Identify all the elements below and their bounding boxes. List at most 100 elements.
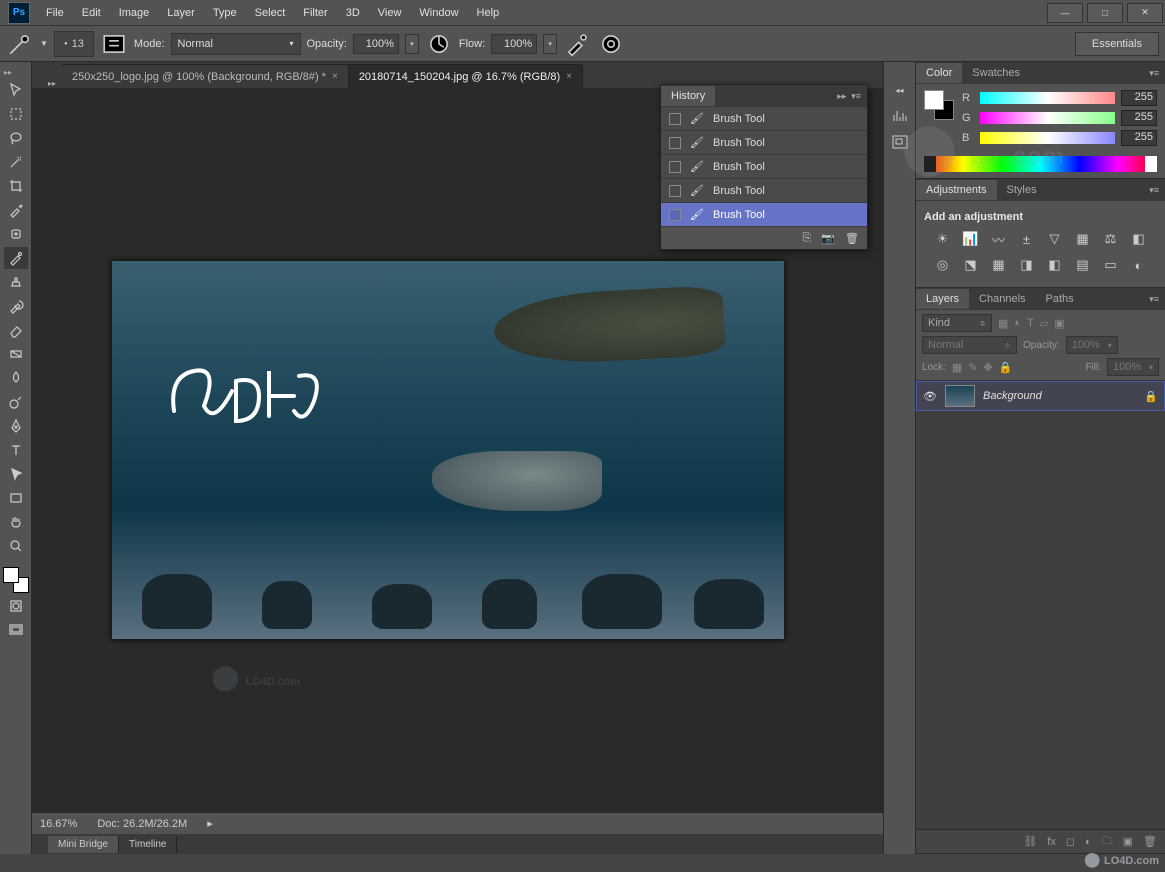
lock-transparency-icon[interactable]: ▦ bbox=[952, 361, 962, 374]
menu-select[interactable]: Select bbox=[247, 3, 294, 23]
color-lookup-icon[interactable]: ▦ bbox=[990, 257, 1008, 273]
status-flyout-icon[interactable]: ▸ bbox=[207, 817, 213, 830]
eraser-tool[interactable] bbox=[4, 319, 28, 341]
document-canvas[interactable] bbox=[112, 261, 784, 639]
selective-color-icon[interactable]: ◐ bbox=[1130, 257, 1148, 273]
g-slider[interactable] bbox=[980, 112, 1115, 124]
history-brush-tool[interactable] bbox=[4, 295, 28, 317]
filter-type-icon[interactable]: T bbox=[1027, 317, 1034, 330]
rectangle-tool[interactable] bbox=[4, 487, 28, 509]
dodge-tool[interactable] bbox=[4, 391, 28, 413]
menu-edit[interactable]: Edit bbox=[74, 3, 109, 23]
layer-blend-mode-select[interactable]: Normal≑ bbox=[922, 336, 1017, 354]
foreground-background-swatches[interactable] bbox=[3, 567, 29, 593]
chevron-icon[interactable]: ▼ bbox=[40, 39, 48, 48]
filter-smart-icon[interactable]: ▣ bbox=[1054, 317, 1064, 330]
screen-mode-tool[interactable] bbox=[4, 619, 28, 641]
brush-preset-icon[interactable] bbox=[6, 30, 34, 58]
crop-tool[interactable] bbox=[4, 175, 28, 197]
pressure-opacity-icon[interactable] bbox=[425, 30, 453, 58]
type-tool[interactable] bbox=[4, 439, 28, 461]
menu-file[interactable]: File bbox=[38, 3, 72, 23]
opacity-input[interactable]: 100% bbox=[353, 34, 399, 54]
brush-panel-toggle-icon[interactable] bbox=[100, 30, 128, 58]
filter-adjustment-icon[interactable]: ◐ bbox=[1014, 317, 1021, 330]
layer-filter-kind-select[interactable]: Kind≑ bbox=[922, 314, 992, 332]
layer-opacity-input[interactable]: 100%▾ bbox=[1066, 336, 1118, 354]
delete-state-icon[interactable]: 🗑 bbox=[845, 232, 859, 245]
lock-pixels-icon[interactable]: ✎ bbox=[968, 361, 977, 374]
close-icon[interactable]: × bbox=[566, 71, 572, 82]
layer-fill-input[interactable]: 100%▾ bbox=[1107, 358, 1159, 376]
collapse-tabs-icon[interactable]: ▸▸ bbox=[48, 79, 56, 88]
new-fill-layer-icon[interactable]: ◐ bbox=[1085, 836, 1092, 848]
history-item[interactable]: 🖌Brush Tool bbox=[661, 107, 867, 131]
posterize-icon[interactable]: ◧ bbox=[1046, 257, 1064, 273]
workspace-switcher-button[interactable]: Essentials bbox=[1075, 32, 1159, 56]
curves-icon[interactable]: 〰 bbox=[990, 231, 1008, 247]
color-ramp[interactable] bbox=[924, 156, 1157, 172]
menu-image[interactable]: Image bbox=[111, 3, 158, 23]
exposure-icon[interactable]: ± bbox=[1018, 231, 1036, 247]
invert-icon[interactable]: ◨ bbox=[1018, 257, 1036, 273]
r-value-input[interactable]: 255 bbox=[1121, 90, 1157, 106]
history-item[interactable]: 🖌Brush Tool bbox=[661, 131, 867, 155]
photo-filter-icon[interactable]: ◎ bbox=[934, 257, 952, 273]
histogram-icon[interactable] bbox=[890, 108, 910, 124]
brush-tool[interactable] bbox=[4, 247, 28, 269]
window-minimize-button[interactable]: — bbox=[1047, 3, 1083, 23]
vibrance-icon[interactable]: ▽ bbox=[1046, 231, 1064, 247]
gradient-tool[interactable] bbox=[4, 343, 28, 365]
pressure-size-icon[interactable] bbox=[597, 30, 625, 58]
move-tool[interactable] bbox=[4, 79, 28, 101]
threshold-icon[interactable]: ▤ bbox=[1074, 257, 1092, 273]
layer-list[interactable]: 👁 Background 🔒 bbox=[916, 381, 1165, 829]
history-item[interactable]: 🖌Brush Tool bbox=[661, 179, 867, 203]
collapse-toolbar-icon[interactable]: ▸▸ bbox=[0, 68, 12, 77]
window-close-button[interactable]: ✕ bbox=[1127, 3, 1163, 23]
new-layer-icon[interactable]: ▣ bbox=[1123, 835, 1133, 848]
brush-size-picker[interactable]: ● 13 bbox=[54, 31, 94, 57]
layer-visibility-icon[interactable]: 👁 bbox=[923, 390, 937, 403]
r-slider[interactable] bbox=[980, 92, 1115, 104]
history-item[interactable]: 🖌Brush Tool bbox=[661, 203, 867, 227]
history-item[interactable]: 🖌Brush Tool bbox=[661, 155, 867, 179]
marquee-tool[interactable] bbox=[4, 103, 28, 125]
tab-mini-bridge[interactable]: Mini Bridge bbox=[48, 836, 119, 853]
tab-paths[interactable]: Paths bbox=[1036, 289, 1084, 309]
flow-dropdown-icon[interactable]: ▾ bbox=[543, 34, 557, 54]
menu-type[interactable]: Type bbox=[205, 3, 245, 23]
menu-help[interactable]: Help bbox=[469, 3, 508, 23]
opacity-dropdown-icon[interactable]: ▾ bbox=[405, 34, 419, 54]
foreground-color-swatch[interactable] bbox=[3, 567, 19, 583]
tab-styles[interactable]: Styles bbox=[997, 180, 1047, 200]
delete-layer-icon[interactable]: 🗑 bbox=[1143, 835, 1157, 848]
tab-channels[interactable]: Channels bbox=[969, 289, 1035, 309]
panel-menu-icon[interactable]: ▾≡ bbox=[1143, 68, 1165, 79]
tab-timeline[interactable]: Timeline bbox=[119, 836, 177, 853]
layer-thumbnail[interactable] bbox=[945, 385, 975, 407]
quick-mask-tool[interactable] bbox=[4, 595, 28, 617]
tab-layers[interactable]: Layers bbox=[916, 289, 969, 309]
blend-mode-select[interactable]: Normal▾ bbox=[171, 33, 301, 55]
hand-tool[interactable] bbox=[4, 511, 28, 533]
history-list[interactable]: 🖌Brush Tool 🖌Brush Tool 🖌Brush Tool 🖌Bru… bbox=[661, 107, 867, 227]
blur-tool[interactable] bbox=[4, 367, 28, 389]
layer-style-icon[interactable]: fx bbox=[1047, 836, 1056, 848]
snapshot-icon[interactable]: 📷 bbox=[821, 232, 835, 245]
menu-view[interactable]: View bbox=[370, 3, 410, 23]
brightness-contrast-icon[interactable]: ☀ bbox=[934, 231, 952, 247]
pen-tool[interactable] bbox=[4, 415, 28, 437]
tab-color[interactable]: Color bbox=[916, 63, 962, 83]
panel-menu-icon[interactable]: ▾≡ bbox=[1143, 294, 1165, 305]
new-group-icon[interactable]: 🗀 bbox=[1102, 832, 1113, 851]
g-value-input[interactable]: 255 bbox=[1121, 110, 1157, 126]
path-selection-tool[interactable] bbox=[4, 463, 28, 485]
panel-menu-icon[interactable]: ▸▸ ▾≡ bbox=[831, 91, 867, 102]
navigator-icon[interactable] bbox=[890, 134, 910, 150]
filter-shape-icon[interactable]: ▱ bbox=[1040, 317, 1048, 330]
b-slider[interactable] bbox=[980, 132, 1115, 144]
lock-all-icon[interactable]: 🔒 bbox=[999, 361, 1013, 374]
magic-wand-tool[interactable] bbox=[4, 151, 28, 173]
color-fg-bg-swatches[interactable] bbox=[924, 90, 954, 120]
